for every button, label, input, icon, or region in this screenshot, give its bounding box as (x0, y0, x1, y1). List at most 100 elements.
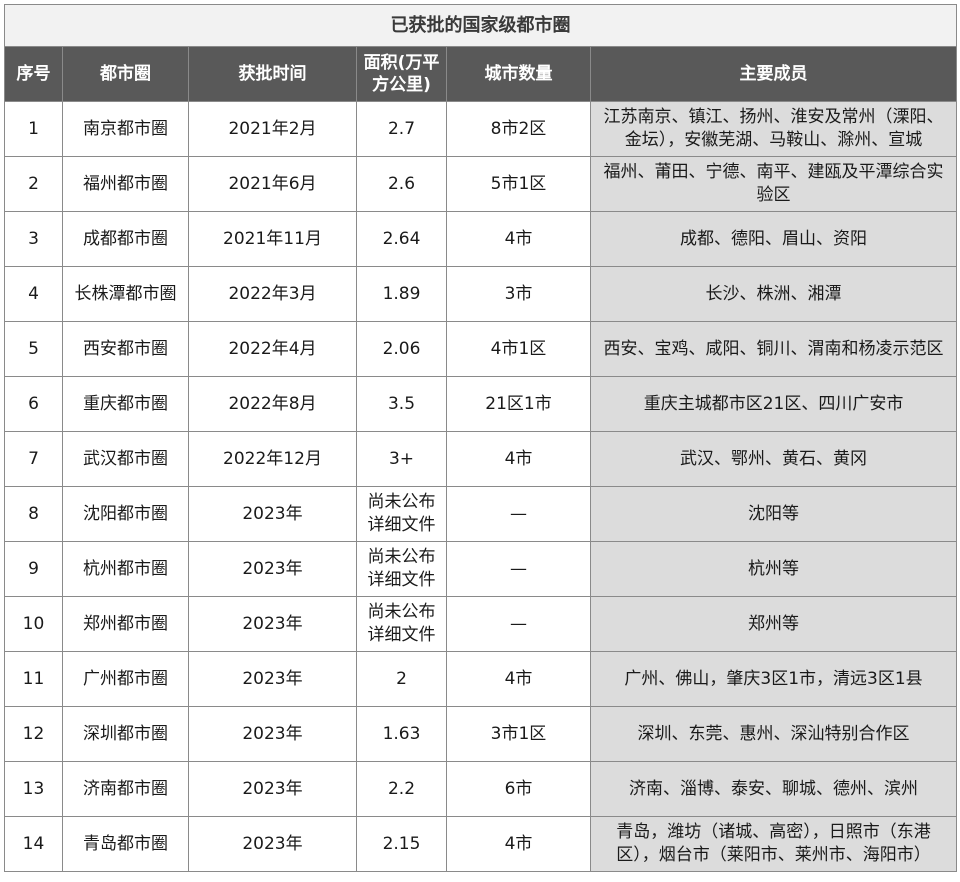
table-row: 9 杭州都市圈 2023年 尚未公布详细文件 — 杭州等 (4, 541, 958, 597)
cell-approval-date: 2023年 (188, 651, 357, 707)
table-body: 1 南京都市圈 2021年2月 2.7 8市2区 江苏南京、镇江、扬州、淮安及常州（溧阳、… (4, 101, 958, 872)
cell-area: 2.6 (356, 156, 447, 212)
cell-members: 广州、佛山，肇庆3区1市，清远3区1县 (589, 651, 958, 707)
table-row: 7 武汉都市圈 2022年12月 3+ 4市 武汉、鄂州、黄石、黄冈 (4, 431, 958, 487)
table-row: 8 沈阳都市圈 2023年 尚未公布详细文件 — 沈阳等 (4, 486, 958, 542)
table-row: 1 南京都市圈 2021年2月 2.7 8市2区 江苏南京、镇江、扬州、淮安及常州（溧阳、… (4, 101, 958, 157)
header-members: 主要成员 (589, 46, 958, 102)
table-row: 10 郑州都市圈 2023年 尚未公布详细文件 — 郑州等 (4, 596, 958, 652)
cell-approval-date: 2023年 (188, 761, 357, 817)
cell-approval-date: 2021年6月 (188, 156, 357, 212)
cell-metro-name: 杭州都市圈 (62, 541, 189, 597)
table-row: 12 深圳都市圈 2023年 1.63 3市1区 深圳、东莞、惠州、深汕特别合作区 (4, 706, 958, 762)
cell-approval-date: 2022年8月 (188, 376, 357, 432)
cell-city-count: 8市2区 (446, 101, 591, 157)
cell-members: 福州、莆田、宁德、南平、建瓯及平潭综合实验区 (589, 156, 958, 212)
cell-city-count: 21区1市 (446, 376, 591, 432)
table-row: 13 济南都市圈 2023年 2.2 6市 济南、淄博、泰安、聊城、德州、滨州 (4, 761, 958, 817)
cell-no: 8 (4, 486, 63, 542)
header-area: 面积(万平方公里) (356, 46, 447, 102)
cell-metro-name: 武汉都市圈 (62, 431, 189, 487)
header-date: 获批时间 (188, 46, 357, 102)
cell-metro-name: 郑州都市圈 (62, 596, 189, 652)
cell-members: 郑州等 (589, 596, 958, 652)
cell-metro-name: 济南都市圈 (62, 761, 189, 817)
cell-approval-date: 2021年2月 (188, 101, 357, 157)
cell-city-count: 5市1区 (446, 156, 591, 212)
cell-city-count: 4市 (446, 651, 591, 707)
cell-area: 尚未公布详细文件 (356, 596, 447, 652)
cell-area: 2.64 (356, 211, 447, 267)
table-row: 5 西安都市圈 2022年4月 2.06 4市1区 西安、宝鸡、咸阳、铜川、渭南和杨凌示范… (4, 321, 958, 377)
cell-city-count: 4市1区 (446, 321, 591, 377)
cell-no: 14 (4, 816, 63, 872)
cell-area: 尚未公布详细文件 (356, 486, 447, 542)
table-row: 6 重庆都市圈 2022年8月 3.5 21区1市 重庆主城都市区21区、四川广安市 (4, 376, 958, 432)
cell-city-count: 3市 (446, 266, 591, 322)
cell-no: 10 (4, 596, 63, 652)
cell-area: 1.89 (356, 266, 447, 322)
cell-no: 5 (4, 321, 63, 377)
cell-area: 3.5 (356, 376, 447, 432)
cell-members: 长沙、株洲、湘潭 (589, 266, 958, 322)
cell-members: 青岛，潍坊（诸城、高密），日照市（东港区），烟台市（莱阳市、莱州市、海阳市） (589, 816, 958, 872)
cell-city-count: 6市 (446, 761, 591, 817)
cell-metro-name: 南京都市圈 (62, 101, 189, 157)
cell-area: 1.63 (356, 706, 447, 762)
cell-no: 1 (4, 101, 63, 157)
cell-area: 2 (356, 651, 447, 707)
cell-approval-date: 2022年12月 (188, 431, 357, 487)
table-row: 2 福州都市圈 2021年6月 2.6 5市1区 福州、莆田、宁德、南平、建瓯及平潭综合实… (4, 156, 958, 212)
table-title: 已获批的国家级都市圈 (3, 4, 958, 47)
table-row: 4 长株潭都市圈 2022年3月 1.89 3市 长沙、株洲、湘潭 (4, 266, 958, 322)
cell-members: 沈阳等 (589, 486, 958, 542)
cell-no: 12 (4, 706, 63, 762)
cell-city-count: — (446, 596, 591, 652)
cell-metro-name: 广州都市圈 (62, 651, 189, 707)
cell-members: 重庆主城都市区21区、四川广安市 (589, 376, 958, 432)
cell-no: 2 (4, 156, 63, 212)
cell-city-count: — (446, 486, 591, 542)
cell-no: 6 (4, 376, 63, 432)
cell-members: 西安、宝鸡、咸阳、铜川、渭南和杨凌示范区 (589, 321, 958, 377)
cell-city-count: 4市 (446, 431, 591, 487)
cell-area: 2.06 (356, 321, 447, 377)
cell-area: 3+ (356, 431, 447, 487)
header-count: 城市数量 (446, 46, 591, 102)
cell-city-count: 4市 (446, 816, 591, 872)
cell-approval-date: 2023年 (188, 816, 357, 872)
cell-approval-date: 2023年 (188, 706, 357, 762)
cell-metro-name: 青岛都市圈 (62, 816, 189, 872)
cell-no: 13 (4, 761, 63, 817)
cell-metro-name: 沈阳都市圈 (62, 486, 189, 542)
cell-metro-name: 西安都市圈 (62, 321, 189, 377)
cell-city-count: 4市 (446, 211, 591, 267)
cell-metro-name: 成都都市圈 (62, 211, 189, 267)
cell-area: 尚未公布详细文件 (356, 541, 447, 597)
cell-no: 4 (4, 266, 63, 322)
cell-area: 2.7 (356, 101, 447, 157)
cell-approval-date: 2023年 (188, 541, 357, 597)
cell-approval-date: 2023年 (188, 486, 357, 542)
cell-area: 2.2 (356, 761, 447, 817)
table-row: 14 青岛都市圈 2023年 2.15 4市 青岛，潍坊（诸城、高密），日照市（东港区），… (4, 816, 958, 872)
cell-city-count: — (446, 541, 591, 597)
cell-members: 成都、德阳、眉山、资阳 (589, 211, 958, 267)
cell-members: 济南、淄博、泰安、聊城、德州、滨州 (589, 761, 958, 817)
cell-metro-name: 长株潭都市圈 (62, 266, 189, 322)
metro-table-container: 已获批的国家级都市圈 序号 都市圈 获批时间 面积(万平方公里) 城市数量 主要… (3, 4, 958, 872)
cell-approval-date: 2021年11月 (188, 211, 357, 267)
cell-area: 2.15 (356, 816, 447, 872)
cell-metro-name: 深圳都市圈 (62, 706, 189, 762)
cell-approval-date: 2022年4月 (188, 321, 357, 377)
cell-metro-name: 福州都市圈 (62, 156, 189, 212)
cell-no: 7 (4, 431, 63, 487)
cell-no: 9 (4, 541, 63, 597)
cell-members: 杭州等 (589, 541, 958, 597)
header-row: 序号 都市圈 获批时间 面积(万平方公里) 城市数量 主要成员 (4, 46, 958, 102)
cell-no: 3 (4, 211, 63, 267)
cell-approval-date: 2022年3月 (188, 266, 357, 322)
table-row: 11 广州都市圈 2023年 2 4市 广州、佛山，肇庆3区1市，清远3区1县 (4, 651, 958, 707)
cell-members: 江苏南京、镇江、扬州、淮安及常州（溧阳、金坛），安徽芜湖、马鞍山、滁州、宣城 (589, 101, 958, 157)
metro-areas-table: 已获批的国家级都市圈 序号 都市圈 获批时间 面积(万平方公里) 城市数量 主要… (3, 4, 958, 872)
